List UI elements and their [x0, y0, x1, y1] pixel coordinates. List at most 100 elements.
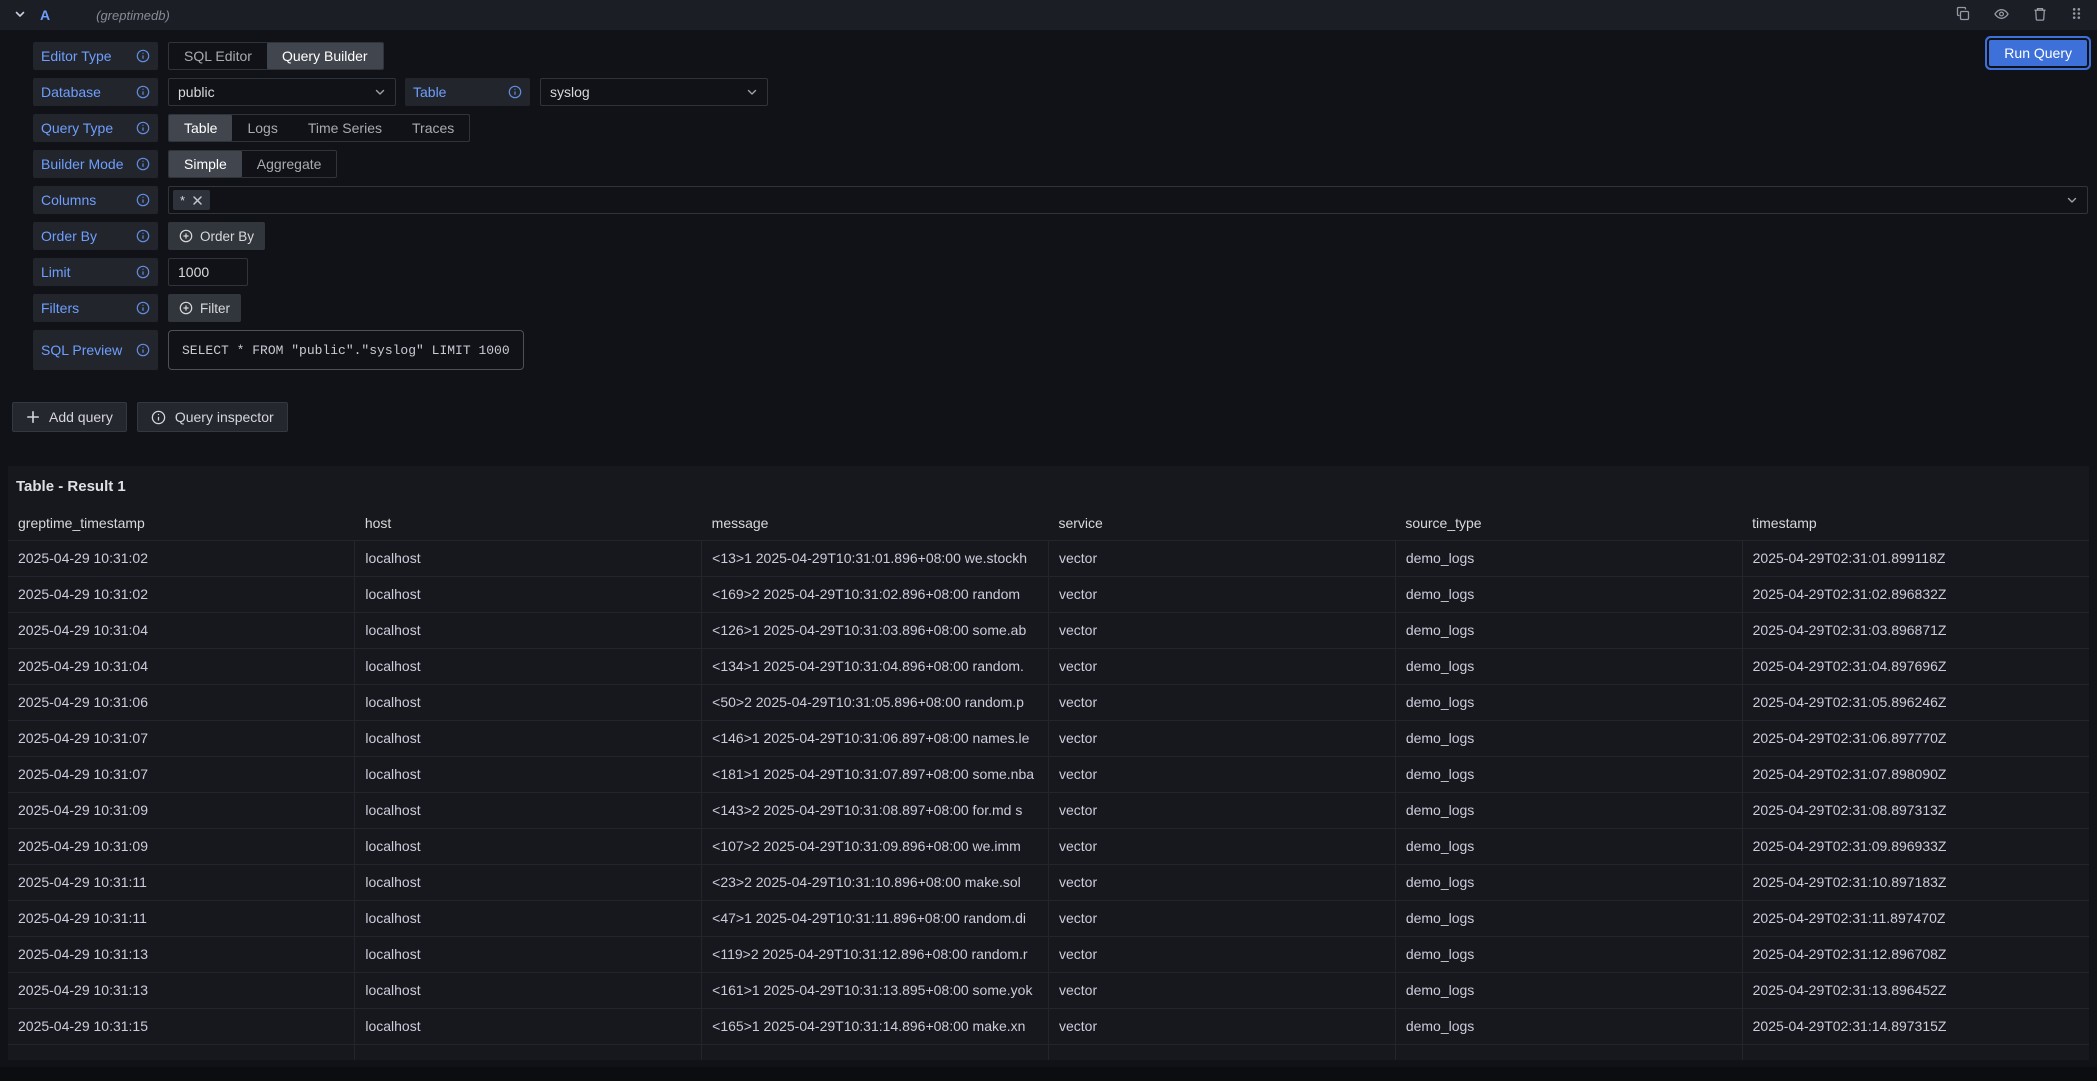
columns-control: * [168, 186, 2088, 214]
query-type-option-traces[interactable]: Traces [397, 115, 469, 141]
query-inspector-label: Query inspector [175, 409, 274, 425]
table-cell [1048, 1044, 1395, 1060]
info-icon[interactable] [136, 265, 150, 279]
table-cell: vector [1048, 792, 1395, 828]
info-icon[interactable] [136, 193, 150, 207]
query-type-option-time-series[interactable]: Time Series [293, 115, 397, 141]
result-table-head: greptime_timestamp host message service … [8, 506, 2089, 540]
table-cell: demo_logs [1395, 828, 1742, 864]
table-cell: localhost [355, 576, 702, 612]
columns-row: Columns * [33, 186, 2088, 214]
plus-icon [26, 410, 40, 424]
table-cell: demo_logs [1395, 756, 1742, 792]
add-query-button[interactable]: Add query [12, 402, 127, 432]
table-cell: 2025-04-29 10:31:07 [8, 720, 355, 756]
table-cell: vector [1048, 1008, 1395, 1044]
drag-query-handle[interactable] [2070, 6, 2083, 24]
table-cell: 2025-04-29T02:31:14.897315Z [1742, 1008, 2089, 1044]
table-cell: <126>1 2025-04-29T10:31:03.896+08:00 som… [702, 612, 1049, 648]
table-label: Table [405, 78, 530, 106]
table-select[interactable]: syslog [540, 78, 768, 106]
editor-type-option-query-builder[interactable]: Query Builder [267, 43, 383, 69]
table-cell: 2025-04-29T02:31:13.896452Z [1742, 972, 2089, 1008]
table-row: 2025-04-29 10:31:09localhost<143>2 2025-… [8, 792, 2089, 828]
chevron-down-icon [14, 8, 26, 23]
database-select-value: public [178, 84, 215, 100]
query-type-option-table[interactable]: Table [169, 115, 232, 141]
builder-mode-option-aggregate[interactable]: Aggregate [242, 151, 337, 177]
query-type-toggle: Table Logs Time Series Traces [168, 114, 470, 142]
table-cell: demo_logs [1395, 864, 1742, 900]
add-filter-button[interactable]: Filter [168, 294, 241, 322]
table-row: 2025-04-29 10:31:07localhost<146>1 2025-… [8, 720, 2089, 756]
info-icon[interactable] [508, 85, 522, 99]
query-editor: Editor Type SQL Editor Query Builder Dat… [0, 30, 2097, 370]
table-cell [1742, 1044, 2089, 1060]
table-cell: demo_logs [1395, 720, 1742, 756]
info-icon[interactable] [136, 121, 150, 135]
table-cell: localhost [355, 612, 702, 648]
table-cell: 2025-04-29T02:31:05.896246Z [1742, 684, 2089, 720]
column-header-host[interactable]: host [355, 506, 702, 540]
info-icon[interactable] [136, 343, 150, 357]
table-select-value: syslog [550, 84, 590, 100]
editor-type-label: Editor Type [33, 42, 158, 70]
hide-query-button[interactable] [1993, 6, 2010, 25]
delete-query-button[interactable] [2032, 6, 2048, 25]
table-cell: vector [1048, 540, 1395, 576]
info-icon[interactable] [136, 157, 150, 171]
query-type-option-logs[interactable]: Logs [232, 115, 292, 141]
info-icon[interactable] [136, 85, 150, 99]
columns-multiselect[interactable]: * [168, 186, 2088, 214]
table-cell: 2025-04-29 10:31:13 [8, 972, 355, 1008]
table-cell: 2025-04-29 10:31:13 [8, 936, 355, 972]
drag-handle-icon [2070, 6, 2083, 24]
column-header-service[interactable]: service [1048, 506, 1395, 540]
filters-label: Filters [33, 294, 158, 322]
table-cell: demo_logs [1395, 540, 1742, 576]
table-cell: 2025-04-29T02:31:02.896832Z [1742, 576, 2089, 612]
query-type-label-text: Query Type [41, 120, 113, 136]
table-cell: <107>2 2025-04-29T10:31:09.896+08:00 we.… [702, 828, 1049, 864]
column-header-timestamp[interactable]: timestamp [1742, 506, 2089, 540]
query-row-header-left: A (greptimedb) [14, 7, 1955, 23]
table-cell [355, 1044, 702, 1060]
add-order-by-button[interactable]: Order By [168, 222, 265, 250]
column-header-greptime-timestamp[interactable]: greptime_timestamp [8, 506, 355, 540]
sql-preview-label: SQL Preview [33, 330, 158, 370]
info-icon[interactable] [136, 49, 150, 63]
table-cell: <165>1 2025-04-29T10:31:14.896+08:00 mak… [702, 1008, 1049, 1044]
selected-column-chip: * [173, 190, 210, 210]
table-cell: <50>2 2025-04-29T10:31:05.896+08:00 rand… [702, 684, 1049, 720]
table-cell: 2025-04-29 10:31:09 [8, 828, 355, 864]
table-cell: <181>1 2025-04-29T10:31:07.897+08:00 som… [702, 756, 1049, 792]
collapse-query-button[interactable] [14, 8, 26, 23]
table-cell: vector [1048, 720, 1395, 756]
limit-input[interactable] [168, 258, 248, 286]
editor-type-label-text: Editor Type [41, 48, 112, 64]
filters-label-text: Filters [41, 300, 79, 316]
filters-control: Filter [168, 294, 241, 322]
info-icon[interactable] [136, 229, 150, 243]
bottom-strip [0, 1067, 2097, 1081]
table-cell: vector [1048, 864, 1395, 900]
selected-column-value: * [180, 193, 185, 208]
column-header-message[interactable]: message [702, 506, 1049, 540]
query-type-row: Query Type Table Logs Time Series Traces [33, 114, 2088, 142]
editor-type-row: Editor Type SQL Editor Query Builder [33, 42, 2088, 70]
column-header-source-type[interactable]: source_type [1395, 506, 1742, 540]
duplicate-query-button[interactable] [1955, 6, 1971, 25]
editor-actions: Add query Query inspector [12, 402, 2097, 432]
trash-icon [2032, 6, 2048, 25]
close-icon[interactable] [192, 195, 203, 206]
database-table-row: Database public Table syslog [33, 78, 2088, 106]
info-icon[interactable] [136, 301, 150, 315]
sql-preview-row: SQL Preview SELECT * FROM "public"."sysl… [33, 330, 2088, 370]
table-cell: 2025-04-29T02:31:11.897470Z [1742, 900, 2089, 936]
query-inspector-button[interactable]: Query inspector [137, 402, 288, 432]
result-panel-title: Table - Result 1 [8, 466, 2089, 506]
builder-mode-option-simple[interactable]: Simple [169, 151, 242, 177]
database-select[interactable]: public [168, 78, 396, 106]
result-table-header-row: greptime_timestamp host message service … [8, 506, 2089, 540]
editor-type-option-sql-editor[interactable]: SQL Editor [169, 43, 267, 69]
